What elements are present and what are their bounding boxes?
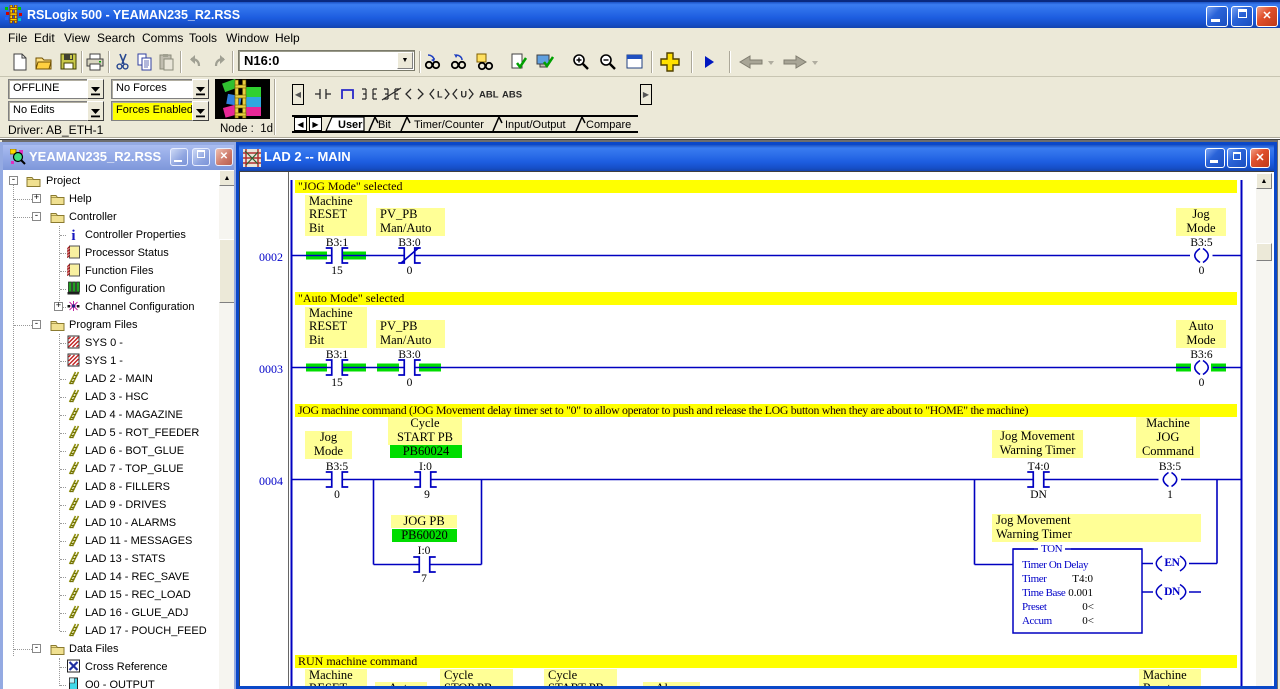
svg-text:U: U	[461, 90, 468, 100]
svg-text:L: L	[437, 90, 443, 100]
svg-text:ABL: ABL	[479, 90, 499, 101]
svg-text:ABS: ABS	[502, 90, 522, 101]
